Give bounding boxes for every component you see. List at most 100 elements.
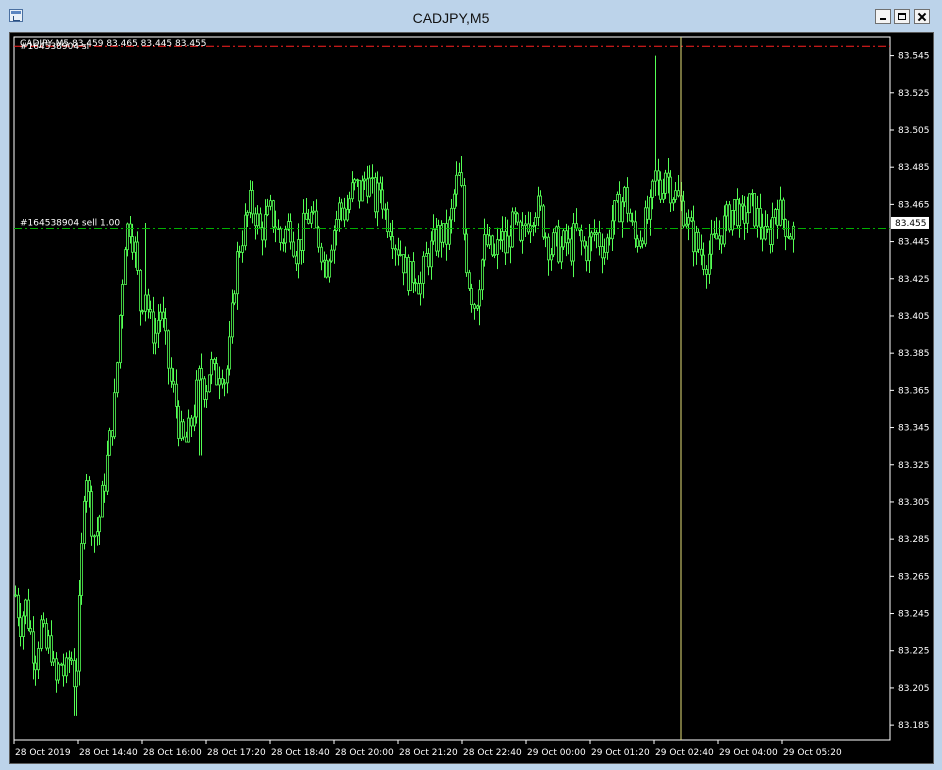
candle-body — [205, 391, 208, 400]
candle-body — [340, 202, 343, 209]
candle-body — [715, 233, 718, 240]
y-tick-label: 83.465 — [898, 200, 930, 210]
candle-body — [595, 232, 598, 235]
candle-body — [320, 246, 323, 263]
candle-body — [93, 535, 96, 538]
candle-body — [552, 232, 555, 256]
candle-body — [90, 491, 93, 537]
candle-body — [358, 179, 361, 202]
candle-body — [208, 374, 211, 393]
candle-body — [557, 226, 560, 263]
maximize-icon[interactable] — [894, 9, 910, 24]
candle-body — [583, 240, 586, 247]
candle-body — [195, 379, 198, 418]
candle-body — [292, 241, 295, 257]
candle-body — [162, 311, 165, 320]
candle-body — [310, 211, 313, 224]
candle-body — [657, 170, 660, 181]
candle-body — [65, 657, 68, 677]
candle-body — [85, 480, 88, 502]
candle-body — [682, 200, 685, 227]
candle-body — [351, 182, 354, 200]
window-title: CADJPY,M5 — [412, 10, 490, 26]
candle-body — [391, 236, 394, 249]
candle-body — [784, 219, 787, 237]
x-tick-label: 29 Oct 00:00 — [527, 748, 586, 758]
candle-body — [75, 670, 78, 688]
price-chart[interactable]: 83.545 83.525 83.505 83.485 83.465 83.445 83.4… — [9, 32, 934, 764]
y-tick-label: 83.445 — [898, 238, 930, 248]
candle-body — [481, 259, 484, 291]
candle-body — [361, 180, 364, 202]
candle-body — [654, 170, 657, 182]
y-tick-label: 83.325 — [898, 461, 930, 471]
candle-body — [32, 631, 35, 664]
candle-body — [585, 245, 588, 262]
candle-body — [636, 238, 639, 247]
candle-body — [177, 405, 180, 439]
x-tick-label: 28 Oct 22:40 — [463, 748, 522, 758]
candle-body — [141, 310, 144, 313]
candle-body — [697, 231, 700, 250]
candle-body — [437, 225, 440, 252]
candle-body — [193, 416, 196, 427]
minimize-icon[interactable] — [875, 9, 891, 24]
candle-body — [521, 225, 524, 241]
y-tick-label: 83.265 — [898, 572, 930, 582]
candle-body — [376, 182, 379, 213]
candle-body — [667, 172, 670, 178]
candle-body — [613, 200, 616, 222]
candle-body — [776, 209, 779, 226]
candle-body — [460, 172, 463, 186]
candle-body — [430, 240, 433, 268]
candle-body — [496, 239, 499, 255]
candle-body — [136, 241, 139, 271]
candle-body — [343, 207, 346, 221]
candle-body — [756, 208, 759, 227]
candle-body — [753, 192, 756, 227]
candlestick-chart[interactable]: 83.545 83.525 83.505 83.485 83.465 83.445 83.4… — [10, 33, 933, 763]
y-tick-label: 83.305 — [898, 498, 930, 508]
candle-body — [534, 217, 537, 226]
candle-body — [455, 174, 458, 195]
candle-body — [720, 235, 723, 245]
candle-body — [182, 421, 185, 438]
candle-body — [463, 185, 466, 235]
candle-body — [305, 212, 308, 220]
x-tick-label: 29 Oct 05:20 — [783, 748, 842, 758]
candle-body — [157, 319, 160, 334]
candle-body — [241, 245, 244, 253]
candle-body — [399, 254, 402, 256]
candle-body — [24, 599, 27, 617]
candle-body — [690, 217, 693, 222]
candle-body — [50, 635, 53, 663]
chart-window: CADJPY,M5 83.545 83.525 83.505 83.485 83.465… — [0, 0, 942, 770]
candle-body — [414, 282, 417, 285]
candle-body — [465, 233, 468, 274]
y-tick-label: 83.285 — [898, 535, 930, 545]
candle-body — [315, 210, 318, 229]
candle-body — [233, 293, 236, 304]
candle-body — [381, 189, 384, 210]
x-tick-label: 28 Oct 20:00 — [335, 748, 394, 758]
y-tick-label: 83.345 — [898, 424, 930, 434]
candle-body — [103, 484, 106, 492]
candle-body — [575, 223, 578, 229]
candle-body — [371, 177, 374, 180]
title-bar[interactable]: CADJPY,M5 — [0, 0, 942, 32]
x-tick-label: 29 Oct 04:00 — [719, 748, 778, 758]
candle-body — [346, 209, 349, 221]
candle-body — [702, 254, 705, 270]
candle-body — [445, 223, 448, 245]
current-price-tag: 83.455 — [891, 216, 929, 229]
candle-body — [516, 213, 519, 223]
candle-body — [562, 230, 565, 248]
candle-body — [42, 619, 45, 624]
candle-body — [139, 269, 142, 312]
candle-body — [743, 205, 746, 224]
candle-body — [491, 235, 494, 256]
candle-body — [692, 220, 695, 253]
close-icon[interactable] — [914, 9, 930, 24]
candle-body — [272, 200, 275, 228]
x-tick-label: 29 Oct 02:40 — [655, 748, 714, 758]
